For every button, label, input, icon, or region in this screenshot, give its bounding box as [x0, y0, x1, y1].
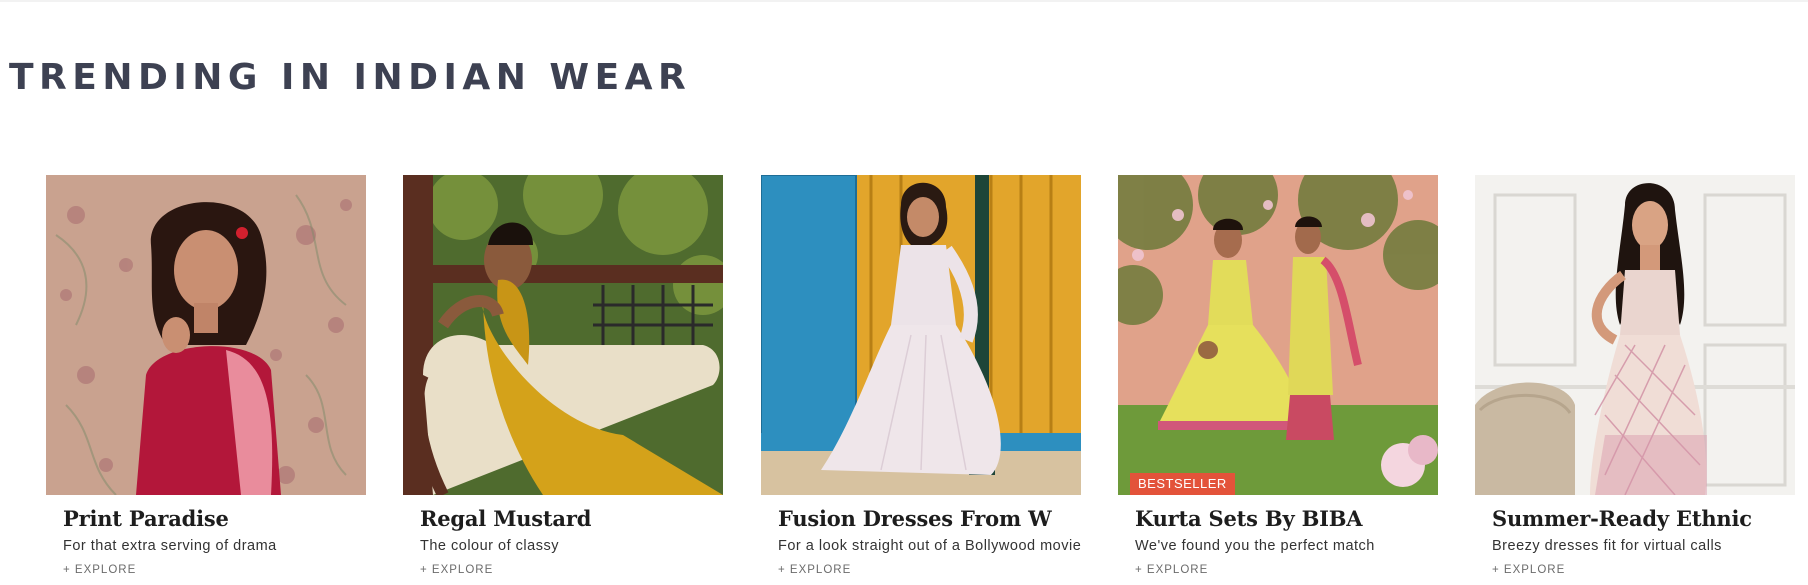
card-image[interactable] — [761, 175, 1081, 495]
card-subtitle: The colour of classy — [420, 538, 559, 554]
card-subtitle: Breezy dresses fit for virtual calls — [1492, 538, 1722, 554]
explore-link[interactable]: + EXPLORE — [1492, 563, 1565, 577]
card-title[interactable]: Regal Mustard — [420, 505, 591, 533]
card-subtitle: For a look straight out of a Bollywood m… — [778, 538, 1082, 554]
card-title[interactable]: Print Paradise — [63, 505, 229, 533]
bestseller-badge: BESTSELLER — [1130, 473, 1235, 495]
explore-link[interactable]: + EXPLORE — [778, 563, 851, 577]
product-card-summer-ready-ethnic[interactable]: Summer-Ready Ethnic Breezy dresses fit f… — [1475, 175, 1795, 577]
card-title[interactable]: Kurta Sets By BIBA — [1135, 505, 1363, 533]
card-subtitle: For that extra serving of drama — [63, 538, 277, 554]
product-card-kurta-sets-biba[interactable]: BESTSELLER Kurta Sets By BIBA We've foun… — [1118, 175, 1438, 577]
product-card-fusion-dresses[interactable]: Fusion Dresses From W For a look straigh… — [761, 175, 1082, 577]
card-image[interactable] — [1475, 175, 1795, 495]
explore-link[interactable]: + EXPLORE — [63, 563, 136, 577]
explore-link[interactable]: + EXPLORE — [420, 563, 493, 577]
card-title[interactable]: Fusion Dresses From W — [778, 505, 1052, 533]
top-divider — [0, 0, 1808, 2]
card-subtitle: We've found you the perfect match — [1135, 538, 1375, 554]
product-card-print-paradise[interactable]: Print Paradise For that extra serving of… — [46, 175, 366, 577]
card-title[interactable]: Summer-Ready Ethnic — [1492, 505, 1752, 533]
section-title: TRENDING IN INDIAN WEAR — [9, 57, 692, 98]
card-image[interactable]: BESTSELLER — [1118, 175, 1438, 495]
explore-link[interactable]: + EXPLORE — [1135, 563, 1208, 577]
card-image[interactable] — [403, 175, 723, 495]
product-card-regal-mustard[interactable]: Regal Mustard The colour of classy + EXP… — [403, 175, 723, 577]
card-image[interactable] — [46, 175, 366, 495]
